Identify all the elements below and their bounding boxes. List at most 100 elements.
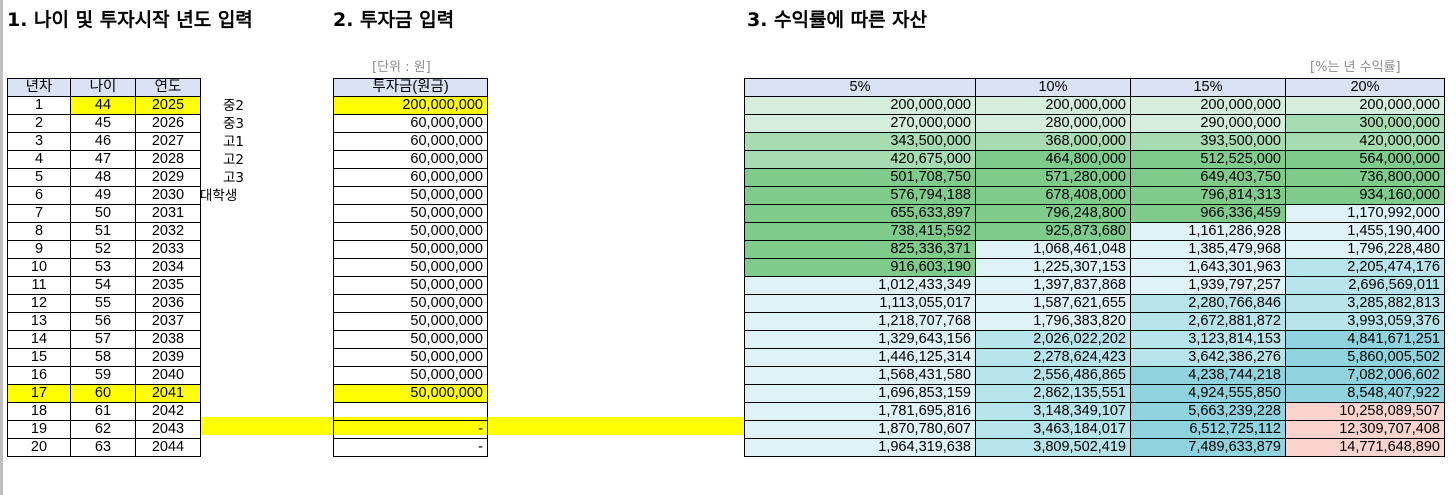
asset-value-cell[interactable]: 10,258,089,507 xyxy=(1285,402,1445,421)
asset-value-cell[interactable]: 2,280,766,846 xyxy=(1130,294,1286,313)
asset-value-cell[interactable]: 200,000,000 xyxy=(744,96,976,115)
asset-value-cell[interactable]: 1,568,431,580 xyxy=(744,366,976,385)
investment-cell[interactable]: 50,000,000 xyxy=(333,366,488,385)
asset-value-cell[interactable]: 200,000,000 xyxy=(1285,96,1445,115)
year-index-cell[interactable]: 4 xyxy=(7,150,71,169)
age-cell[interactable]: 60 xyxy=(70,384,136,403)
year-cell[interactable]: 2037 xyxy=(135,312,201,331)
age-cell[interactable]: 55 xyxy=(70,294,136,313)
investment-cell[interactable]: 50,000,000 xyxy=(333,276,488,295)
asset-value-cell[interactable]: 649,403,750 xyxy=(1130,168,1286,187)
asset-value-cell[interactable]: 1,455,190,400 xyxy=(1285,222,1445,241)
asset-value-cell[interactable]: 4,924,555,850 xyxy=(1130,384,1286,403)
asset-value-cell[interactable]: 1,329,643,156 xyxy=(744,330,976,349)
year-index-cell[interactable]: 1 xyxy=(7,96,71,115)
asset-value-cell[interactable]: 3,809,502,419 xyxy=(975,438,1131,457)
asset-value-cell[interactable]: 3,123,814,153 xyxy=(1130,330,1286,349)
header-rate-15-percent[interactable]: 15% xyxy=(1130,78,1286,97)
header-rate-10-percent[interactable]: 10% xyxy=(975,78,1131,97)
age-cell[interactable]: 61 xyxy=(70,402,136,421)
year-cell[interactable]: 2030 xyxy=(135,186,201,205)
asset-value-cell[interactable]: 1,781,695,816 xyxy=(744,402,976,421)
asset-value-cell[interactable]: 655,633,897 xyxy=(744,204,976,223)
asset-value-cell[interactable]: 2,556,486,865 xyxy=(975,366,1131,385)
asset-value-cell[interactable]: 2,862,135,551 xyxy=(975,384,1131,403)
year-cell[interactable]: 2035 xyxy=(135,276,201,295)
investment-cell[interactable]: - xyxy=(333,438,488,457)
year-cell[interactable]: 2043 xyxy=(135,420,201,439)
asset-value-cell[interactable]: 1,587,621,655 xyxy=(975,294,1131,313)
asset-value-cell[interactable]: 300,000,000 xyxy=(1285,114,1445,133)
year-index-cell[interactable]: 9 xyxy=(7,240,71,259)
asset-value-cell[interactable]: 7,489,633,879 xyxy=(1130,438,1286,457)
year-cell[interactable]: 2029 xyxy=(135,168,201,187)
asset-value-cell[interactable]: 8,548,407,922 xyxy=(1285,384,1445,403)
asset-value-cell[interactable]: 1,218,707,768 xyxy=(744,312,976,331)
asset-value-cell[interactable]: 1,385,479,968 xyxy=(1130,240,1286,259)
year-index-cell[interactable]: 7 xyxy=(7,204,71,223)
asset-value-cell[interactable]: 1,696,853,159 xyxy=(744,384,976,403)
asset-value-cell[interactable]: 343,500,000 xyxy=(744,132,976,151)
investment-cell[interactable]: 50,000,000 xyxy=(333,294,488,313)
investment-cell[interactable]: 50,000,000 xyxy=(333,330,488,349)
asset-value-cell[interactable]: 4,238,744,218 xyxy=(1130,366,1286,385)
asset-value-cell[interactable]: 2,672,881,872 xyxy=(1130,312,1286,331)
asset-value-cell[interactable]: 200,000,000 xyxy=(1130,96,1286,115)
age-cell[interactable]: 51 xyxy=(70,222,136,241)
asset-value-cell[interactable]: 1,643,301,963 xyxy=(1130,258,1286,277)
age-cell[interactable]: 63 xyxy=(70,438,136,457)
year-index-cell[interactable]: 2 xyxy=(7,114,71,133)
asset-value-cell[interactable]: 3,285,882,813 xyxy=(1285,294,1445,313)
investment-cell[interactable]: 60,000,000 xyxy=(333,132,488,151)
year-index-cell[interactable]: 11 xyxy=(7,276,71,295)
year-cell[interactable]: 2038 xyxy=(135,330,201,349)
asset-value-cell[interactable]: 464,800,000 xyxy=(975,150,1131,169)
age-cell[interactable]: 54 xyxy=(70,276,136,295)
year-cell[interactable]: 2031 xyxy=(135,204,201,223)
age-cell[interactable]: 50 xyxy=(70,204,136,223)
asset-value-cell[interactable]: 1,964,319,638 xyxy=(744,438,976,457)
year-index-cell[interactable]: 17 xyxy=(7,384,71,403)
age-cell[interactable]: 62 xyxy=(70,420,136,439)
year-index-cell[interactable]: 12 xyxy=(7,294,71,313)
asset-value-cell[interactable]: 5,663,239,228 xyxy=(1130,402,1286,421)
asset-value-cell[interactable]: 1,068,461,048 xyxy=(975,240,1131,259)
asset-value-cell[interactable]: 1,012,433,349 xyxy=(744,276,976,295)
year-index-cell[interactable]: 14 xyxy=(7,330,71,349)
investment-cell[interactable]: 50,000,000 xyxy=(333,204,488,223)
investment-cell[interactable]: 200,000,000 xyxy=(333,96,488,115)
asset-value-cell[interactable]: 2,278,624,423 xyxy=(975,348,1131,367)
header-investment[interactable]: 투자금(원금) xyxy=(333,78,488,97)
year-cell[interactable]: 2026 xyxy=(135,114,201,133)
year-cell[interactable]: 2044 xyxy=(135,438,201,457)
asset-value-cell[interactable]: 393,500,000 xyxy=(1130,132,1286,151)
investment-cell[interactable]: - xyxy=(333,420,488,439)
asset-value-cell[interactable]: 2,026,022,202 xyxy=(975,330,1131,349)
asset-value-cell[interactable]: 6,512,725,112 xyxy=(1130,420,1286,439)
year-index-cell[interactable]: 16 xyxy=(7,366,71,385)
asset-value-cell[interactable]: 1,870,780,607 xyxy=(744,420,976,439)
age-cell[interactable]: 59 xyxy=(70,366,136,385)
year-cell[interactable]: 2027 xyxy=(135,132,201,151)
year-cell[interactable]: 2036 xyxy=(135,294,201,313)
asset-value-cell[interactable]: 738,415,592 xyxy=(744,222,976,241)
asset-value-cell[interactable]: 3,642,386,276 xyxy=(1130,348,1286,367)
asset-value-cell[interactable]: 420,675,000 xyxy=(744,150,976,169)
asset-value-cell[interactable]: 3,463,184,017 xyxy=(975,420,1131,439)
year-cell[interactable]: 2039 xyxy=(135,348,201,367)
year-index-cell[interactable]: 20 xyxy=(7,438,71,457)
age-cell[interactable]: 58 xyxy=(70,348,136,367)
asset-value-cell[interactable]: 678,408,000 xyxy=(975,186,1131,205)
investment-cell[interactable]: 50,000,000 xyxy=(333,258,488,277)
header-year[interactable]: 연도 xyxy=(135,78,201,97)
age-cell[interactable]: 45 xyxy=(70,114,136,133)
age-cell[interactable]: 44 xyxy=(70,96,136,115)
year-index-cell[interactable]: 3 xyxy=(7,132,71,151)
year-cell[interactable]: 2032 xyxy=(135,222,201,241)
age-cell[interactable]: 52 xyxy=(70,240,136,259)
asset-value-cell[interactable]: 825,336,371 xyxy=(744,240,976,259)
investment-cell[interactable]: 50,000,000 xyxy=(333,312,488,331)
investment-cell[interactable]: 50,000,000 xyxy=(333,348,488,367)
year-cell[interactable]: 2034 xyxy=(135,258,201,277)
age-cell[interactable]: 57 xyxy=(70,330,136,349)
